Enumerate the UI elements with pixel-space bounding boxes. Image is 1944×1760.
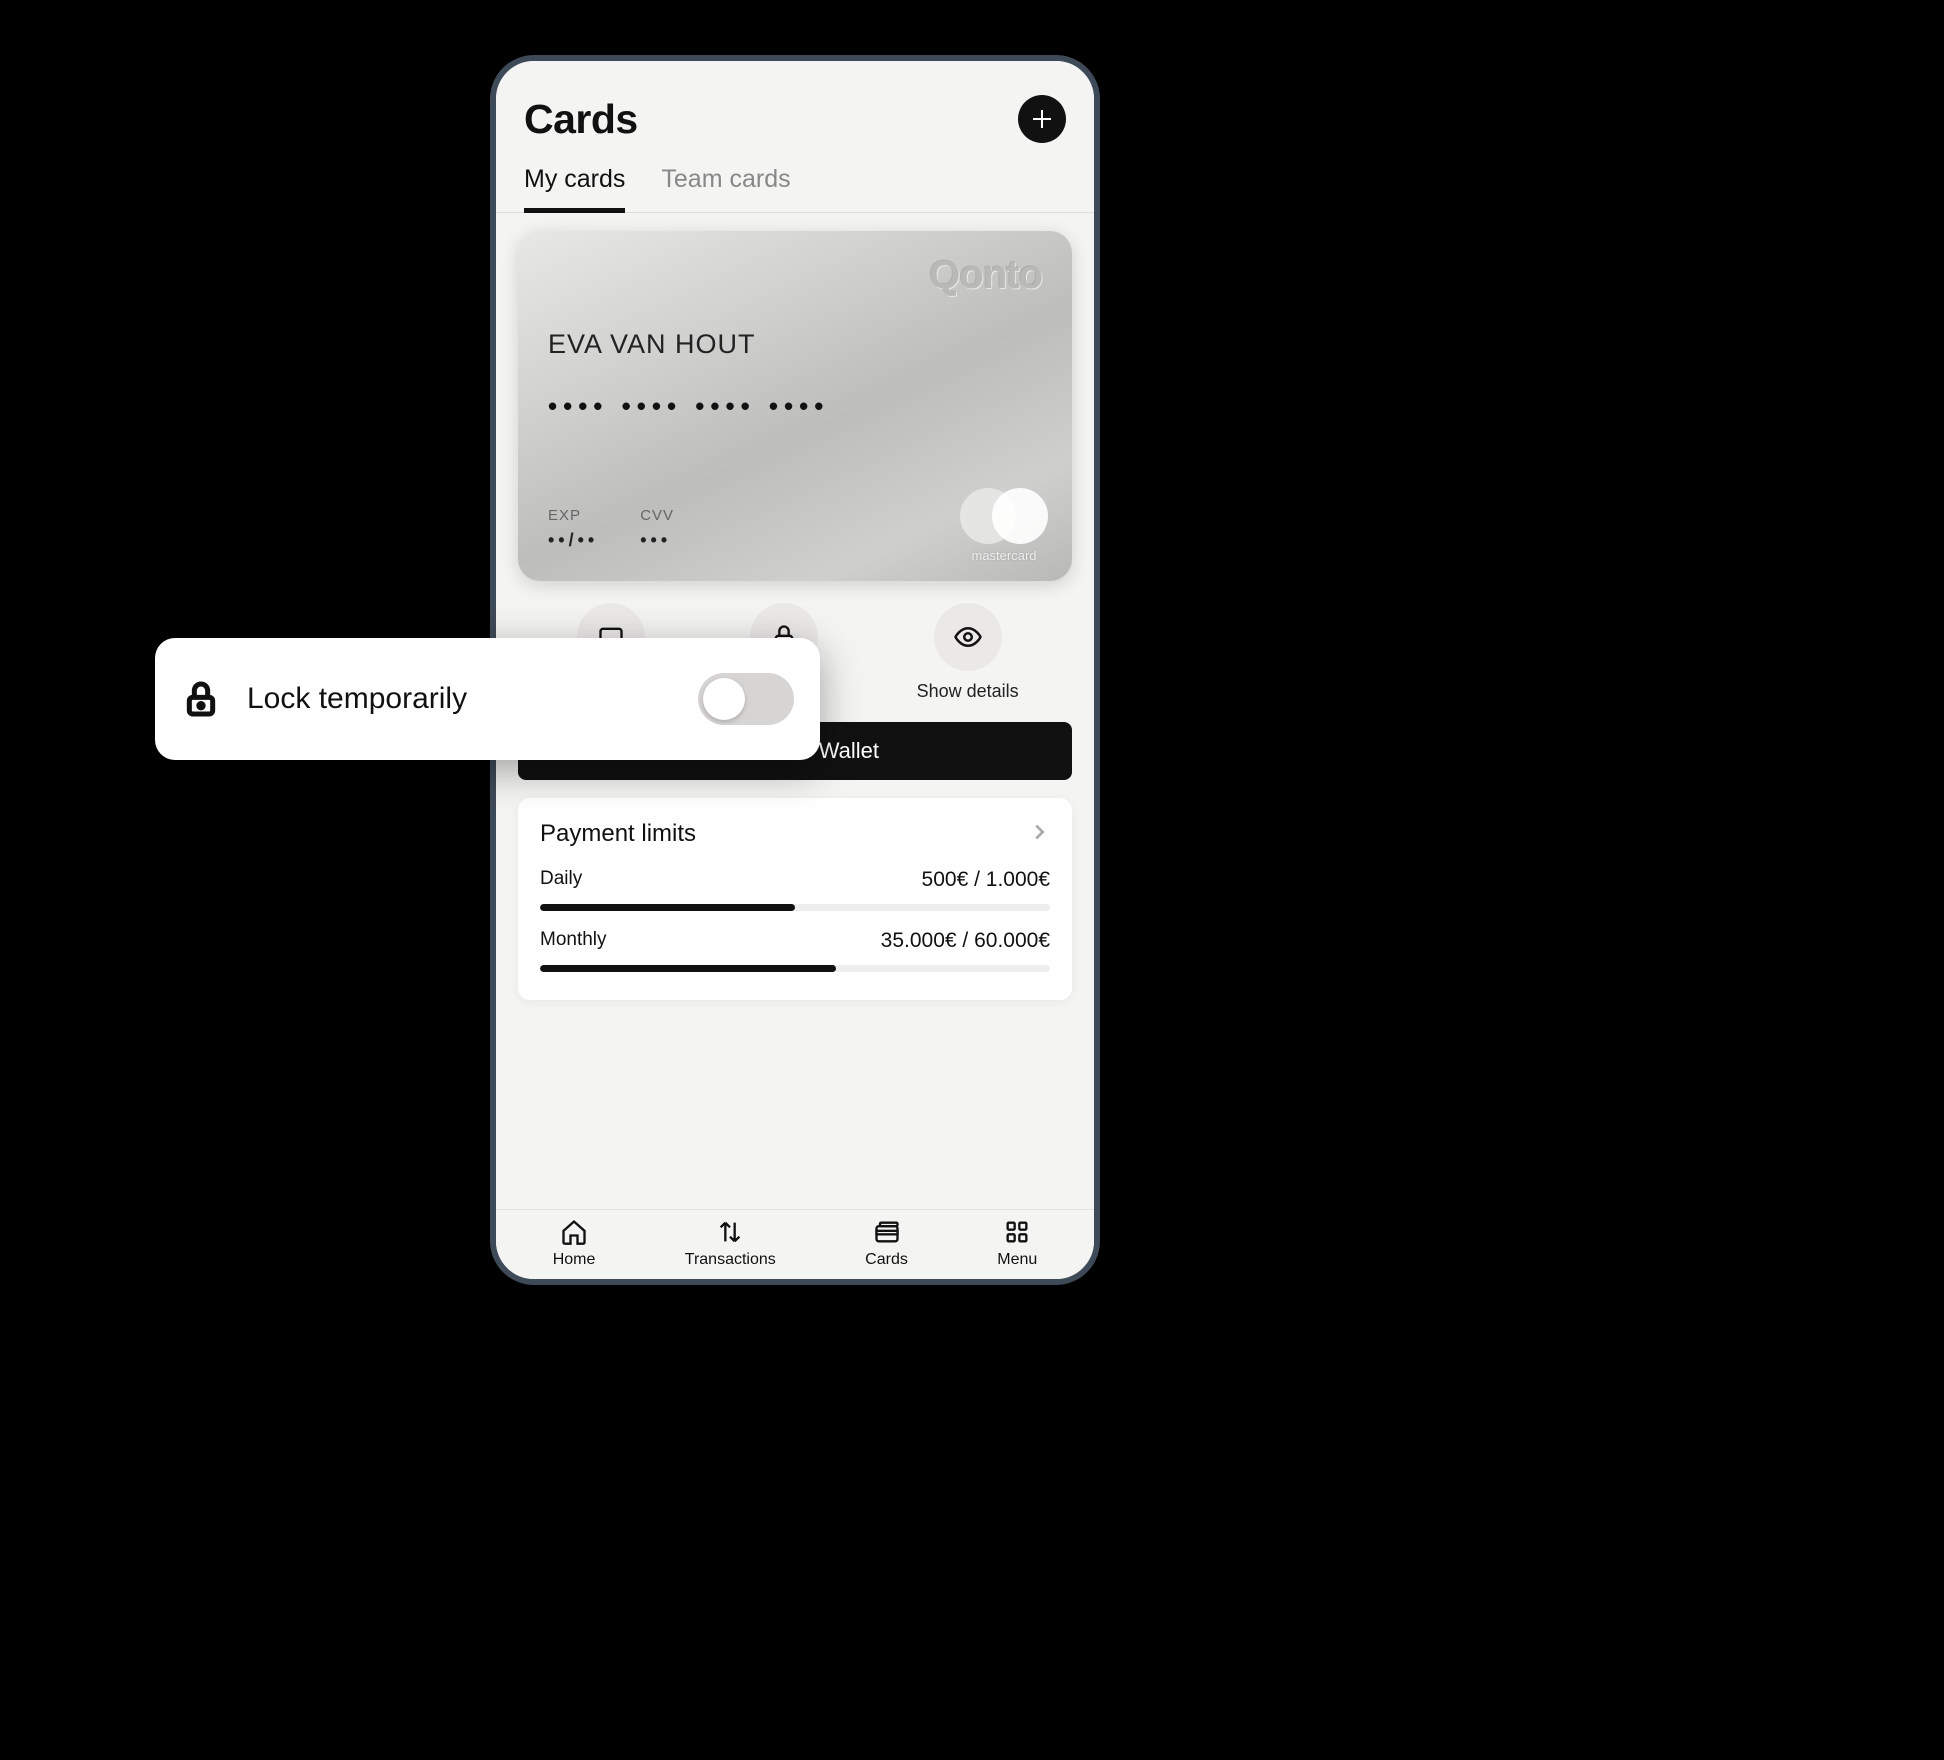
nav-menu[interactable]: Menu — [997, 1218, 1037, 1269]
card-exp: EXP ••/•• — [548, 507, 598, 551]
cards-icon — [873, 1218, 901, 1246]
card-cvv-label: CVV — [640, 507, 674, 524]
card-network-label: mastercard — [960, 548, 1048, 563]
card-cvv: CVV ••• — [640, 507, 674, 551]
card-meta: EXP ••/•• CVV ••• — [548, 507, 674, 551]
chevron-right-icon — [1028, 821, 1050, 848]
card-exp-value: ••/•• — [548, 530, 598, 551]
lock-temporarily-label: Lock temporarily — [247, 682, 672, 716]
tabs: My cards Team cards — [496, 143, 1094, 213]
tab-my-cards[interactable]: My cards — [524, 165, 625, 213]
nav-transactions[interactable]: Transactions — [685, 1218, 776, 1269]
eye-icon — [953, 622, 983, 652]
menu-grid-icon — [1003, 1218, 1031, 1246]
limit-daily-label: Daily — [540, 868, 582, 892]
add-card-button[interactable] — [1018, 95, 1066, 143]
transfer-icon — [716, 1218, 744, 1246]
limit-daily-bar-fill — [540, 904, 795, 911]
nav-cards-label: Cards — [865, 1251, 908, 1269]
card-brand: Qonto — [929, 253, 1042, 298]
page-title: Cards — [524, 96, 638, 143]
lock-temporarily-panel: Lock temporarily — [155, 638, 820, 760]
nav-home[interactable]: Home — [553, 1218, 596, 1269]
card-cvv-value: ••• — [640, 530, 674, 551]
plus-icon — [1030, 107, 1054, 131]
limit-daily-bar — [540, 904, 1050, 911]
nav-home-label: Home — [553, 1251, 596, 1269]
nav-transactions-label: Transactions — [685, 1251, 776, 1269]
limit-monthly-value: 35.000€ / 60.000€ — [881, 929, 1050, 953]
limit-monthly-bar — [540, 965, 1050, 972]
limit-daily-value: 500€ / 1.000€ — [922, 868, 1050, 892]
bottom-nav: Home Transactions Cards Menu — [496, 1209, 1094, 1279]
payment-limits-title: Payment limits — [540, 820, 696, 848]
mastercard-icon — [960, 488, 1048, 546]
show-details-button[interactable]: Show details — [917, 603, 1019, 702]
limit-monthly-label: Monthly — [540, 929, 607, 953]
limit-monthly: Monthly 35.000€ / 60.000€ — [540, 929, 1050, 972]
card-exp-label: EXP — [548, 507, 598, 524]
lock-toggle-knob — [703, 678, 745, 720]
lock-icon — [181, 679, 221, 719]
show-details-label: Show details — [917, 681, 1019, 702]
nav-cards[interactable]: Cards — [865, 1218, 908, 1269]
nav-menu-label: Menu — [997, 1251, 1037, 1269]
payment-limits-card[interactable]: Payment limits Daily 500€ / 1.000€ — [518, 798, 1072, 1000]
lock-toggle[interactable] — [698, 673, 794, 725]
credit-card[interactable]: Qonto EVA VAN HOUT •••• •••• •••• •••• E… — [518, 231, 1072, 581]
card-holder-name: EVA VAN HOUT — [548, 329, 756, 360]
tab-team-cards[interactable]: Team cards — [661, 165, 790, 213]
limit-monthly-bar-fill — [540, 965, 836, 972]
header: Cards — [496, 61, 1094, 143]
card-network: mastercard — [960, 488, 1048, 563]
card-number-masked: •••• •••• •••• •••• — [548, 391, 829, 422]
limit-daily: Daily 500€ / 1.000€ — [540, 868, 1050, 911]
payment-limits-header: Payment limits — [540, 820, 1050, 848]
home-icon — [560, 1218, 588, 1246]
